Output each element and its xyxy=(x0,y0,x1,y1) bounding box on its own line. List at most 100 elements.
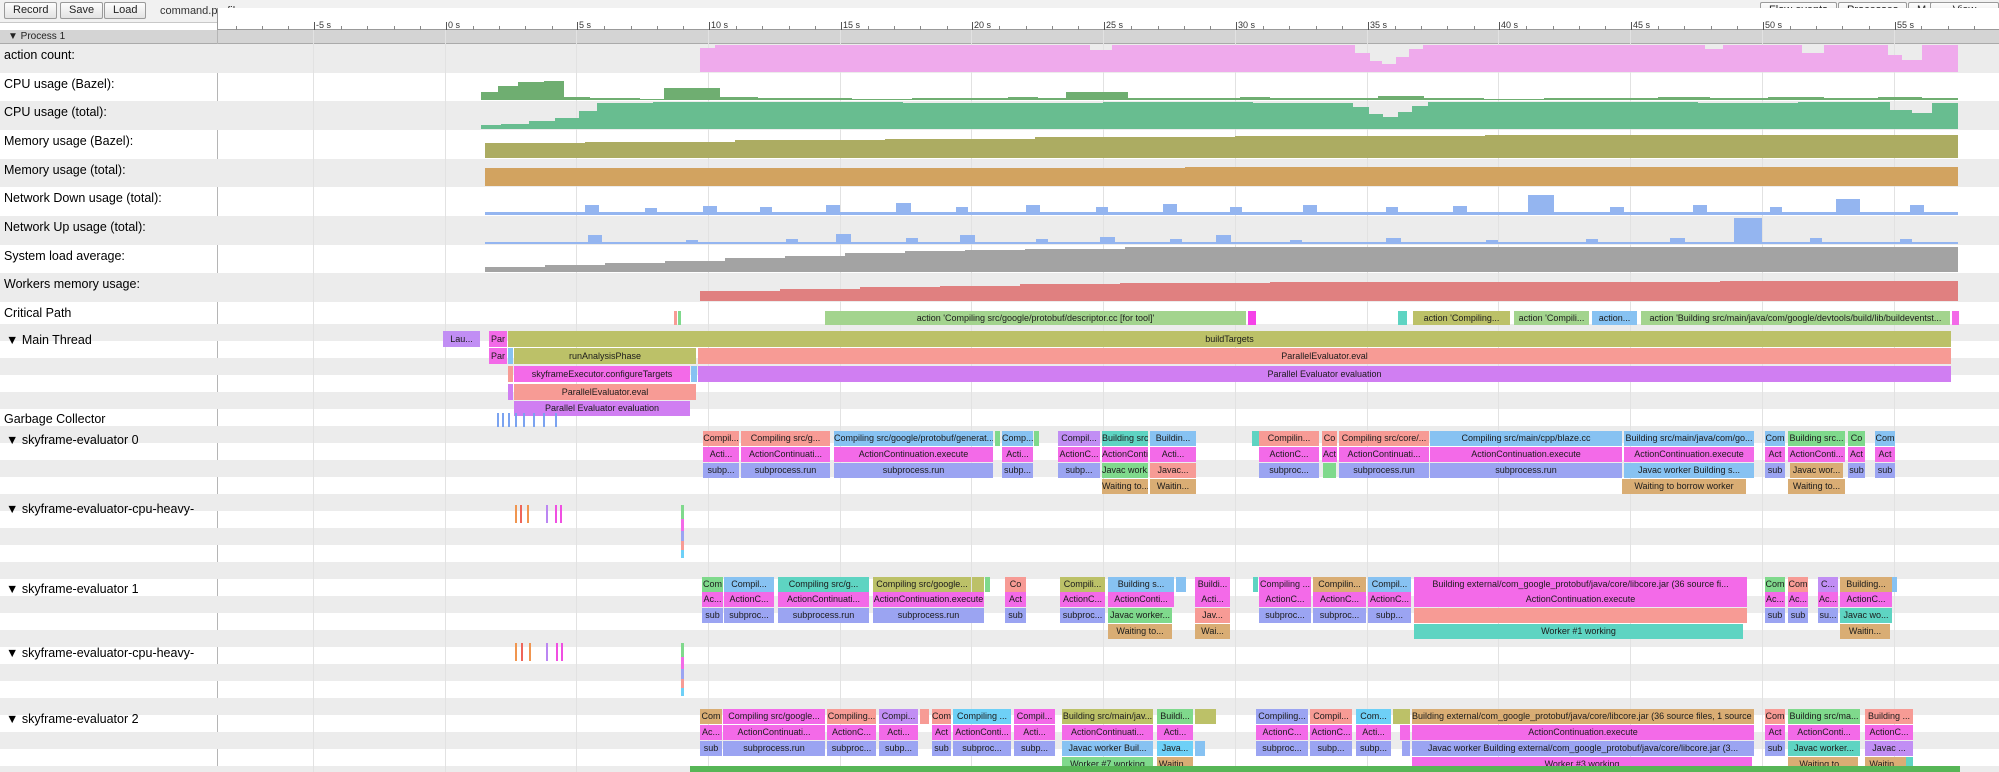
trace-slice[interactable]: Compiling ... xyxy=(1259,577,1311,592)
trace-slice[interactable]: Waitin... xyxy=(1840,624,1890,639)
trace-slice[interactable]: Acti... xyxy=(1195,592,1230,607)
trace-slice[interactable]: action 'Compiling src/google/protobuf/de… xyxy=(825,311,1246,325)
thread-section-label[interactable]: ▼ Main Thread xyxy=(6,333,92,347)
trace-slice[interactable]: subproc... xyxy=(1060,608,1105,623)
thread-section-label[interactable]: ▼ skyframe-evaluator-cpu-heavy- xyxy=(6,502,194,516)
trace-slice[interactable]: Compiling src/google... xyxy=(873,577,971,592)
trace-slice[interactable] xyxy=(985,577,990,592)
cpu-heavy1-burst-segment[interactable] xyxy=(681,669,684,679)
trace-slice[interactable] xyxy=(1195,709,1216,724)
trace-slice[interactable]: Compiling src/g... xyxy=(741,431,830,446)
thread-section-label[interactable]: ▼ skyframe-evaluator 1 xyxy=(6,582,139,596)
trace-slice[interactable]: Buildin... xyxy=(1150,431,1196,446)
trace-slice[interactable]: Compiling src/main/cpp/blaze.cc xyxy=(1430,431,1622,446)
trace-slice[interactable]: Compiling src/g... xyxy=(778,577,869,592)
trace-slice[interactable]: Ac... xyxy=(700,725,722,740)
trace-slice[interactable]: subprocess.run xyxy=(723,741,825,756)
trace-slice[interactable] xyxy=(508,366,513,382)
trace-slice[interactable]: ActionC... xyxy=(1313,592,1366,607)
trace-slice[interactable]: ActionContinuation.execute xyxy=(1430,447,1622,462)
thread-section-label[interactable]: ▼ skyframe-evaluator 2 xyxy=(6,712,139,726)
trace-slice[interactable]: Ac... xyxy=(1765,592,1785,607)
thread-section-label[interactable]: ▼ skyframe-evaluator-cpu-heavy- xyxy=(6,646,194,660)
trace-slice[interactable]: Com xyxy=(1765,431,1785,446)
trace-slice[interactable]: Compiling src/google/protobuf/generat... xyxy=(834,431,993,446)
trace-slice[interactable]: Com... xyxy=(1356,709,1391,724)
cpu-heavy1-burst-segment[interactable] xyxy=(681,657,684,669)
cpu-heavy1-tick[interactable] xyxy=(521,643,523,661)
trace-slice[interactable]: Compiling ... xyxy=(953,709,1011,724)
trace-slice[interactable]: ActionConti... xyxy=(1102,447,1148,462)
trace-slice[interactable]: ActionConti... xyxy=(1788,447,1845,462)
trace-slice[interactable] xyxy=(1400,725,1410,740)
trace-slice[interactable]: Javac worker Building s... xyxy=(1624,463,1754,478)
trace-slice[interactable]: runAnalysisPhase xyxy=(514,348,696,364)
trace-slice[interactable]: Building external/com_google_protobuf/ja… xyxy=(1412,709,1754,724)
garbage-collector-tick[interactable] xyxy=(508,413,510,427)
save-button[interactable]: Save xyxy=(60,2,103,19)
cpu-heavy0-tick[interactable] xyxy=(546,505,548,523)
trace-slice[interactable]: sub xyxy=(702,608,723,623)
trace-slice[interactable]: ParallelEvaluator.eval xyxy=(698,348,1951,364)
trace-slice[interactable]: Parallel Evaluator evaluation xyxy=(698,366,1951,382)
cpu-heavy0-tick[interactable] xyxy=(520,505,522,523)
trace-slice[interactable]: Act xyxy=(1322,447,1337,462)
time-ruler[interactable]: -5 s0 s5 s10 s15 s20 s25 s30 s35 s40 s45… xyxy=(217,8,1999,30)
trace-slice[interactable]: Ac... xyxy=(702,592,723,607)
trace-slice[interactable] xyxy=(508,384,513,400)
trace-slice[interactable]: subproc... xyxy=(1259,608,1311,623)
trace-slice[interactable]: su... xyxy=(1818,608,1838,623)
garbage-collector-tick[interactable] xyxy=(533,413,535,427)
garbage-collector-tick[interactable] xyxy=(497,413,499,427)
trace-slice[interactable]: Compil... xyxy=(703,431,739,446)
trace-slice[interactable]: Acti... xyxy=(1157,725,1193,740)
trace-slice[interactable]: Compiling src/core/... xyxy=(1339,431,1429,446)
trace-slice[interactable]: Act xyxy=(1875,447,1895,462)
trace-slice[interactable]: Compil... xyxy=(1310,709,1352,724)
trace-slice[interactable]: subp... xyxy=(703,463,739,478)
trace-slice[interactable]: Act xyxy=(1765,725,1785,740)
trace-slice[interactable]: action 'Compili... xyxy=(1514,311,1589,325)
trace-slice[interactable]: Ac... xyxy=(1788,592,1808,607)
trace-slice[interactable]: ActionC... xyxy=(1256,725,1308,740)
trace-slice[interactable]: Parallel Evaluator evaluation xyxy=(514,401,690,416)
cpu-heavy1-tick[interactable] xyxy=(515,643,517,661)
trace-slice[interactable]: C... xyxy=(1818,577,1838,592)
trace-slice[interactable]: Com xyxy=(1765,577,1785,592)
trace-slice[interactable]: Javac worker... xyxy=(1788,741,1860,756)
trace-slice[interactable]: Java... xyxy=(1157,741,1193,756)
trace-slice[interactable]: Act xyxy=(1848,447,1865,462)
trace-slice[interactable]: action... xyxy=(1592,311,1637,325)
trace-slice[interactable]: Comp... xyxy=(1002,431,1033,446)
trace-slice[interactable]: Acti... xyxy=(879,725,918,740)
load-button[interactable]: Load xyxy=(104,2,146,19)
trace-slice[interactable]: subproc... xyxy=(1256,741,1308,756)
trace-slice[interactable]: ActionC... xyxy=(1259,447,1319,462)
trace-slice[interactable]: Building src... xyxy=(1102,431,1148,446)
trace-slice[interactable]: ActionConti... xyxy=(1108,592,1174,607)
trace-slice[interactable]: ActionContinuation.execute xyxy=(1412,725,1754,740)
trace-slice[interactable]: ActionC... xyxy=(1865,725,1913,740)
garbage-collector-tick[interactable] xyxy=(502,413,504,427)
cpu-heavy0-burst-segment[interactable] xyxy=(681,519,684,531)
trace-slice[interactable]: Acti... xyxy=(1002,447,1033,462)
trace-slice[interactable] xyxy=(1414,608,1747,623)
trace-slice[interactable]: buildTargets xyxy=(508,331,1951,347)
trace-slice[interactable]: Com xyxy=(1788,577,1808,592)
trace-slice[interactable]: subproc... xyxy=(1313,608,1366,623)
cpu-heavy0-burst-segment[interactable] xyxy=(681,531,684,541)
trace-slice[interactable]: Compilin... xyxy=(1259,431,1319,446)
trace-slice[interactable]: ParallelEvaluator.eval xyxy=(514,384,696,400)
trace-slice[interactable] xyxy=(920,709,929,724)
trace-slice[interactable]: ActionConti... xyxy=(953,725,1011,740)
trace-slice[interactable]: ActionConti... xyxy=(1788,725,1860,740)
trace-slice[interactable]: Lau... xyxy=(443,331,480,347)
trace-slice[interactable]: ActionContinuation.execute xyxy=(834,447,993,462)
trace-slice[interactable]: Javac work... xyxy=(1102,463,1148,478)
trace-slice[interactable]: Acti... xyxy=(1014,725,1055,740)
trace-slice[interactable]: subprocess.run xyxy=(1430,463,1622,478)
trace-slice[interactable]: Acti... xyxy=(1150,447,1196,462)
trace-slice[interactable]: Compilin... xyxy=(1313,577,1366,592)
trace-slice[interactable]: Javac ... xyxy=(1865,741,1913,756)
trace-slice[interactable]: sub xyxy=(1765,608,1785,623)
